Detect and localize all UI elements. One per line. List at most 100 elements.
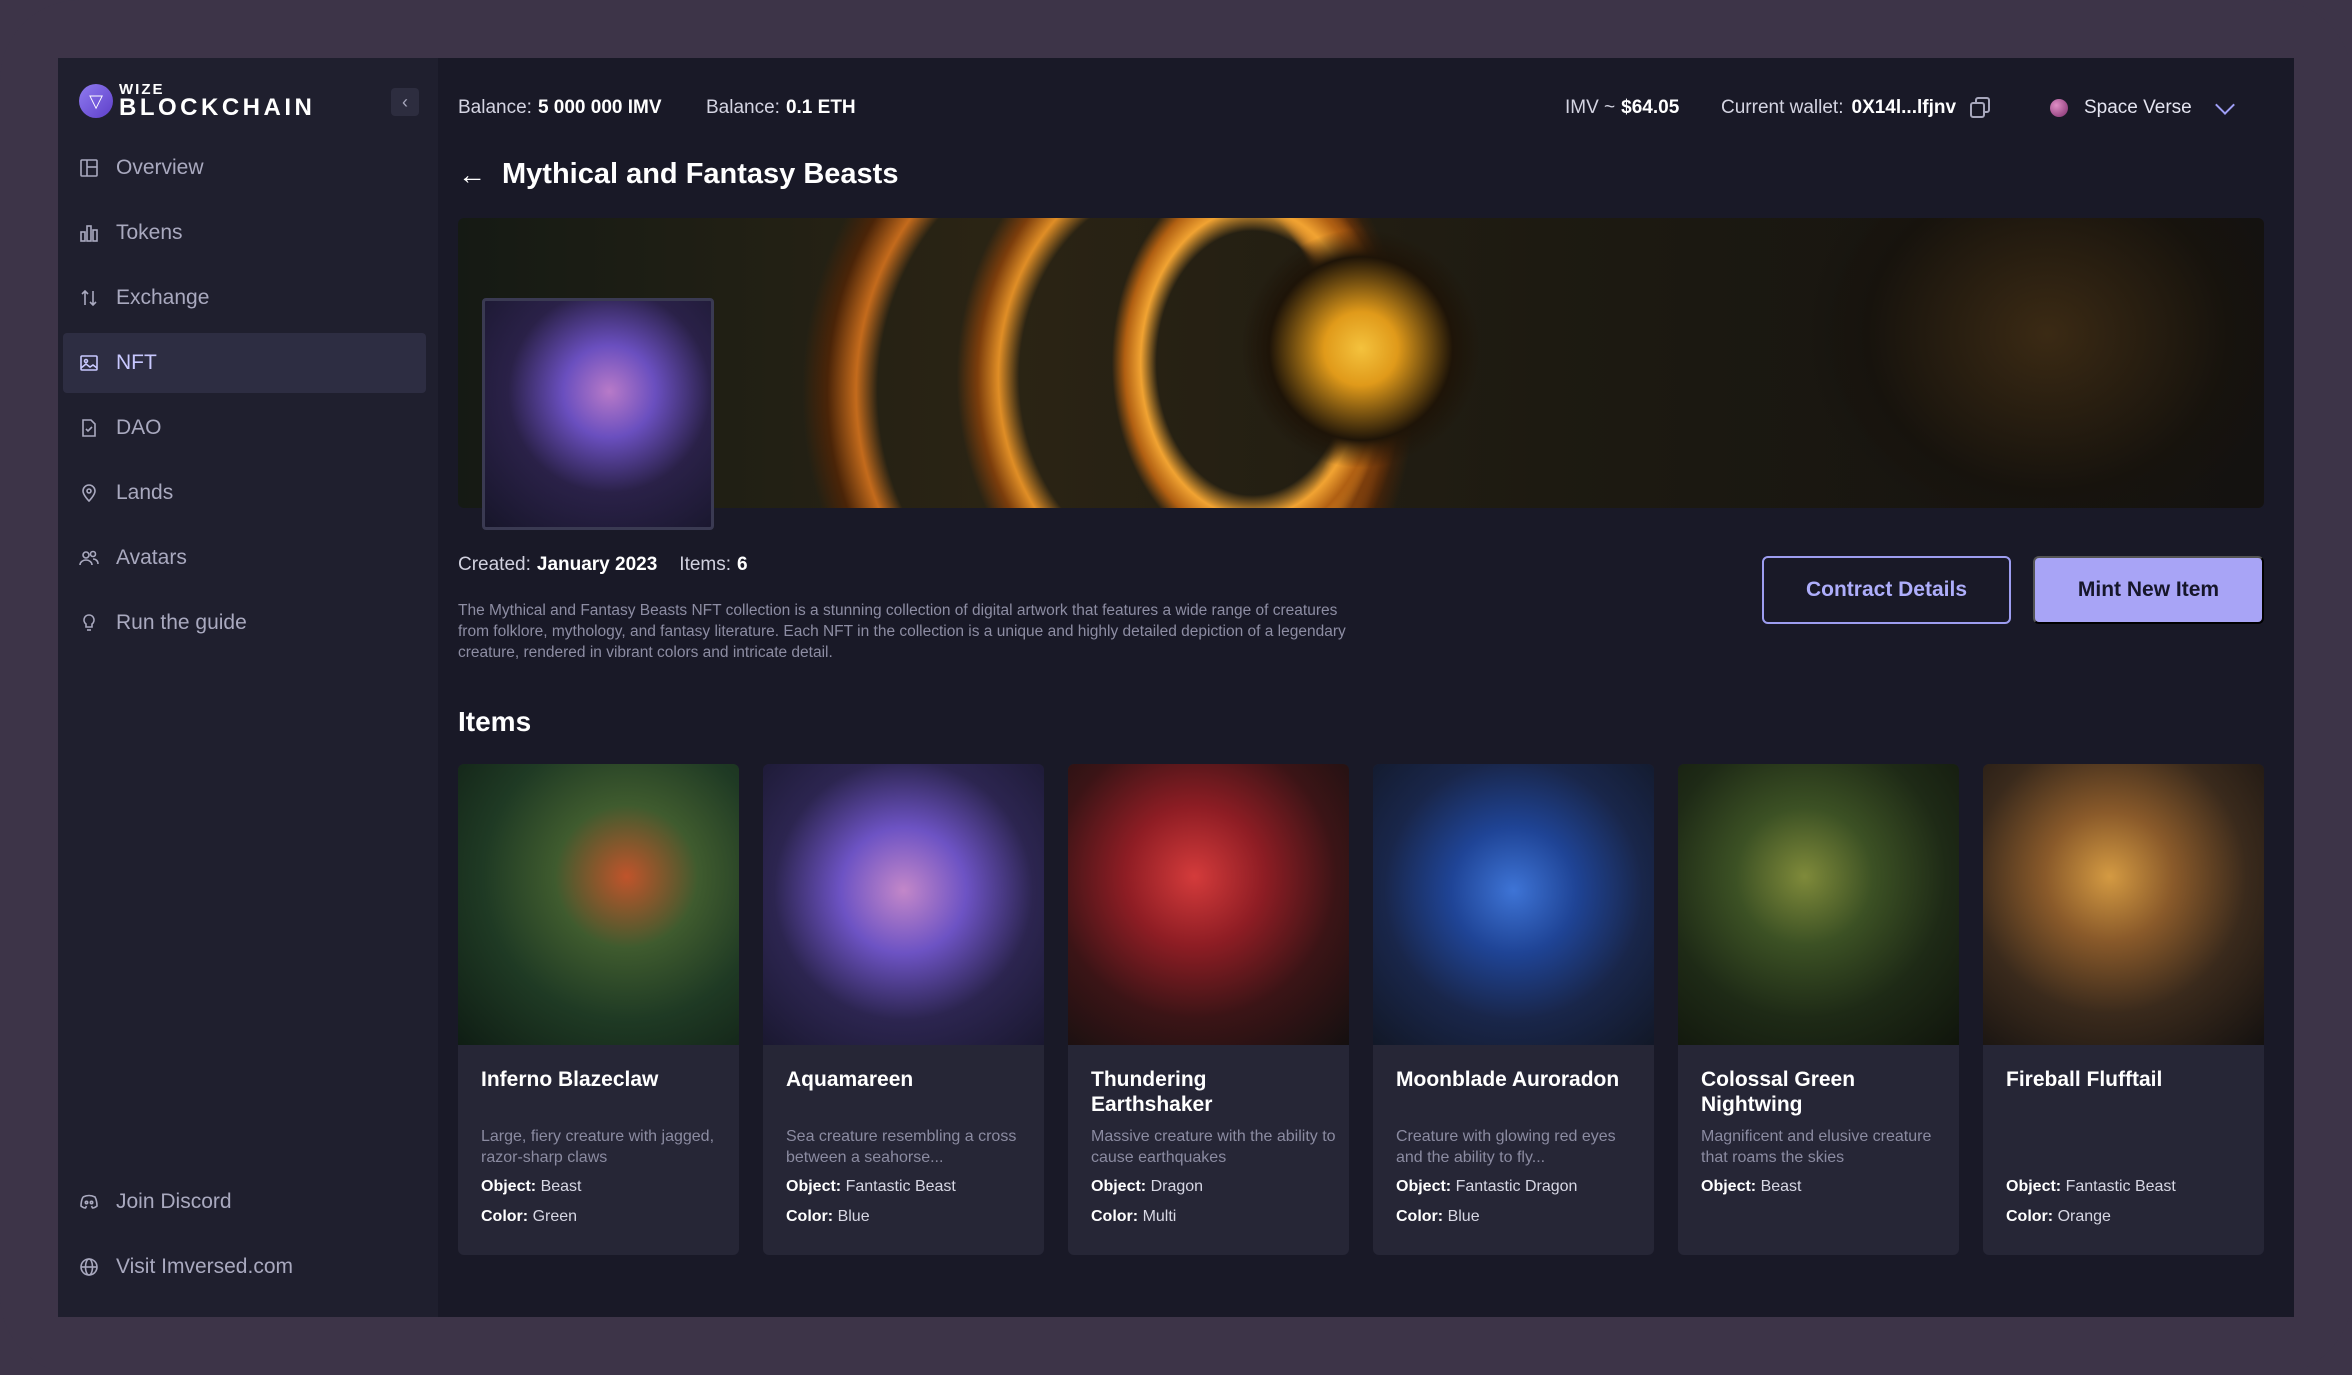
- chevron-down-icon: [2214, 95, 2235, 115]
- items-count: Items: 6: [679, 554, 747, 576]
- sidebar: ▽ WIZE BLOCKCHAIN ‹ Overview Tokens Exch…: [58, 58, 438, 1317]
- object-value: Fantastic Beast: [845, 1178, 956, 1195]
- nft-card[interactable]: Inferno Blazeclaw Large, fiery creature …: [458, 764, 739, 1255]
- sidebar-item-tokens[interactable]: Tokens: [63, 203, 426, 263]
- eth-balance: Balance: 0.1 ETH: [706, 97, 856, 119]
- sidebar-item-label: Tokens: [116, 221, 183, 244]
- sidebar-item-exchange[interactable]: Exchange: [63, 268, 426, 328]
- lightbulb-icon: [78, 612, 100, 634]
- nft-description: Magnificent and elusive creature that ro…: [1701, 1128, 1932, 1166]
- nft-object: Object: Dragon: [1091, 1178, 1203, 1196]
- sidebar-item-label: NFT: [116, 351, 157, 374]
- imv-price: IMV ~ $64.05: [1565, 97, 1679, 119]
- nft-card[interactable]: Moonblade Auroradon Creature with glowin…: [1373, 764, 1654, 1255]
- brand-logo[interactable]: ▽ WIZE BLOCKCHAIN: [79, 82, 315, 120]
- nft-color: Color: Blue: [786, 1208, 870, 1226]
- imv-balance-label: Balance:: [458, 97, 532, 118]
- overview-icon: [78, 157, 100, 179]
- collection-avatar: [482, 298, 714, 530]
- nft-description: Massive creature with the ability to cau…: [1091, 1128, 1336, 1166]
- object-label: Object:: [1701, 1178, 1757, 1195]
- object-label: Object:: [1091, 1178, 1147, 1195]
- discord-icon: [78, 1191, 100, 1213]
- object-value: Dragon: [1150, 1178, 1204, 1195]
- sidebar-item-run-guide[interactable]: Run the guide: [63, 593, 426, 653]
- nft-name: Inferno Blazeclaw: [481, 1068, 659, 1091]
- imv-price-value: $64.05: [1621, 97, 1680, 118]
- nft-card[interactable]: Thundering Earthshaker Massive creature …: [1068, 764, 1349, 1255]
- color-value: Multi: [1142, 1208, 1177, 1225]
- color-value: Green: [532, 1208, 578, 1225]
- mint-new-item-button[interactable]: Mint New Item: [2033, 556, 2264, 624]
- sidebar-item-label: Avatars: [116, 546, 187, 569]
- logo-badge-icon: ▽: [79, 84, 113, 118]
- nft-object: Object: Fantastic Beast: [2006, 1178, 2176, 1196]
- sidebar-footer-links: Join Discord Visit Imversed.com: [63, 1172, 426, 1302]
- current-wallet-info: Current wallet: 0X14l...lfjnv: [1721, 97, 1991, 119]
- contract-details-button[interactable]: Contract Details: [1762, 556, 2011, 624]
- sidebar-item-label: Lands: [116, 481, 174, 504]
- app-screen: ▽ WIZE BLOCKCHAIN ‹ Overview Tokens Exch…: [58, 58, 2294, 1317]
- nft-description: Creature with glowing red eyes and the a…: [1396, 1128, 1616, 1166]
- sidebar-nav: Overview Tokens Exchange NFT DAO Lands A…: [63, 138, 426, 658]
- nft-image: [1678, 764, 1959, 1045]
- color-label: Color:: [2006, 1208, 2054, 1225]
- items-grid: Inferno Blazeclaw Large, fiery creature …: [458, 764, 2264, 1255]
- logo-big-text: BLOCKCHAIN: [119, 94, 316, 121]
- object-label: Object:: [481, 1178, 537, 1195]
- location-pin-icon: [78, 482, 100, 504]
- color-value: Blue: [1447, 1208, 1480, 1225]
- nft-name: Colossal Green Nightwing: [1701, 1068, 1856, 1116]
- object-label: Object:: [1396, 1178, 1452, 1195]
- items-count-label: Items:: [679, 554, 732, 575]
- back-arrow-icon[interactable]: ←: [458, 159, 486, 191]
- imv-price-label: IMV ~: [1565, 97, 1616, 118]
- join-discord-link[interactable]: Join Discord: [63, 1172, 426, 1232]
- planet-icon: [2050, 99, 2068, 117]
- sidebar-item-label: Overview: [116, 156, 204, 179]
- nft-card[interactable]: Colossal Green Nightwing Magnificent and…: [1678, 764, 1959, 1255]
- sidebar-item-avatars[interactable]: Avatars: [63, 528, 426, 588]
- collection-description: The Mythical and Fantasy Beasts NFT coll…: [458, 602, 1346, 661]
- sidebar-item-dao[interactable]: DAO: [63, 398, 426, 458]
- collapse-sidebar-button[interactable]: ‹: [391, 88, 419, 116]
- space-selector-label: Space Verse: [2084, 97, 2192, 118]
- collection-title: Mythical and Fantasy Beasts: [502, 158, 899, 190]
- items-heading: Items: [458, 706, 532, 737]
- nft-name: Moonblade Auroradon: [1396, 1068, 1620, 1091]
- nft-color: Color: Multi: [1091, 1208, 1176, 1226]
- color-label: Color:: [786, 1208, 834, 1225]
- nft-image: [763, 764, 1044, 1045]
- nft-color: Color: Blue: [1396, 1208, 1480, 1226]
- join-discord-label: Join Discord: [116, 1190, 232, 1213]
- space-selector[interactable]: Space Verse: [2050, 95, 2235, 119]
- exchange-icon: [78, 287, 100, 309]
- copy-icon[interactable]: [1970, 97, 1991, 119]
- color-label: Color:: [481, 1208, 529, 1225]
- nft-color: Color: Green: [481, 1208, 577, 1226]
- created-info: Created: January 2023: [458, 554, 657, 576]
- sidebar-item-lands[interactable]: Lands: [63, 463, 426, 523]
- nft-image: [1373, 764, 1654, 1045]
- nft-description: Sea creature resembling a cross between …: [786, 1128, 1017, 1166]
- object-value: Fantastic Dragon: [1455, 1178, 1578, 1195]
- nft-name: Aquamareen: [786, 1068, 914, 1091]
- collection-banner: [458, 218, 2264, 508]
- chevron-left-icon: ‹: [402, 91, 408, 112]
- nft-card[interactable]: Aquamareen Sea creature resembling a cro…: [763, 764, 1044, 1255]
- nft-image: [458, 764, 739, 1045]
- collection-meta: Created: January 2023 Items: 6: [458, 554, 748, 576]
- nft-description: Large, fiery creature with jagged, razor…: [481, 1128, 715, 1166]
- device-frame: ▽ WIZE BLOCKCHAIN ‹ Overview Tokens Exch…: [0, 0, 2352, 1375]
- sidebar-item-nft[interactable]: NFT: [63, 333, 426, 393]
- object-value: Beast: [540, 1178, 582, 1195]
- visit-imversed-link[interactable]: Visit Imversed.com: [63, 1237, 426, 1297]
- imv-balance: Balance: 5 000 000 IMV: [458, 97, 662, 119]
- nft-image: [1068, 764, 1349, 1045]
- nft-card[interactable]: Fireball Flufftail Object: Fantastic Bea…: [1983, 764, 2264, 1255]
- document-icon: [78, 417, 100, 439]
- nft-description: [2006, 1126, 2251, 1168]
- nft-color: Color: Orange: [2006, 1208, 2111, 1226]
- nft-object: Object: Beast: [481, 1178, 582, 1196]
- sidebar-item-overview[interactable]: Overview: [63, 138, 426, 198]
